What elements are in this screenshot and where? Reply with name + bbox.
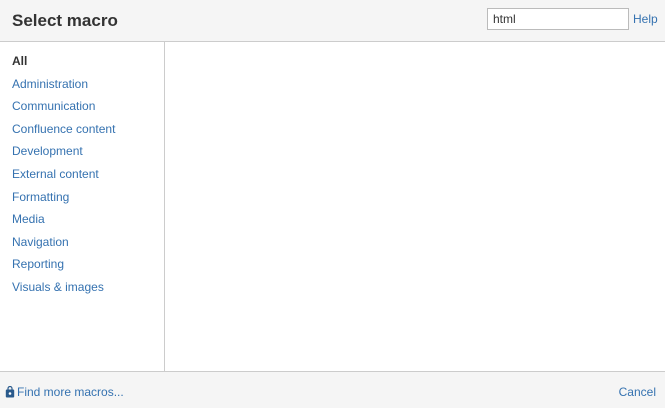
macro-results-panel <box>166 42 665 371</box>
category-item-media[interactable]: Media <box>0 211 164 234</box>
category-item-development[interactable]: Development <box>0 143 164 166</box>
dialog-header: Select macro Help <box>0 0 665 42</box>
dialog-title: Select macro <box>12 11 118 30</box>
category-item-visuals-images[interactable]: Visuals & images <box>0 279 164 302</box>
category-item-confluence-content[interactable]: Confluence content <box>0 121 164 144</box>
category-item-communication[interactable]: Communication <box>0 98 164 121</box>
category-item-all[interactable]: All <box>0 53 164 76</box>
select-macro-dialog: Select macro Help All Administration Com… <box>0 0 665 408</box>
macro-search-input[interactable] <box>487 8 629 30</box>
find-more-macros-link[interactable]: Find more macros... <box>5 385 124 399</box>
shopping-bag-icon <box>5 385 15 398</box>
help-link[interactable]: Help <box>633 12 658 26</box>
category-item-administration[interactable]: Administration <box>0 76 164 99</box>
category-item-formatting[interactable]: Formatting <box>0 189 164 212</box>
cancel-button[interactable]: Cancel <box>619 385 656 399</box>
dialog-footer: Find more macros... Cancel <box>0 371 665 408</box>
category-item-external-content[interactable]: External content <box>0 166 164 189</box>
find-more-macros-label: Find more macros... <box>17 385 124 399</box>
category-sidebar: All Administration Communication Conflue… <box>0 42 165 371</box>
category-item-navigation[interactable]: Navigation <box>0 234 164 257</box>
category-list: All Administration Communication Conflue… <box>0 42 164 302</box>
category-item-reporting[interactable]: Reporting <box>0 256 164 279</box>
